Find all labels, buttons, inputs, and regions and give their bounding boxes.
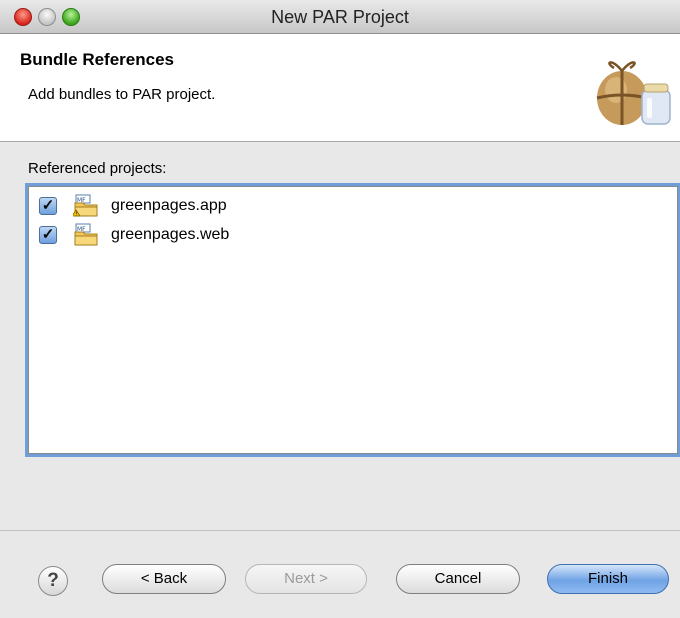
next-button[interactable]: Next > bbox=[245, 564, 367, 594]
referenced-projects-list[interactable]: ✓ MF ! greenpages.app ✓ MF greenpages.we… bbox=[28, 186, 678, 454]
jar-package-icon bbox=[596, 61, 671, 125]
finish-button[interactable]: Finish bbox=[547, 564, 669, 594]
help-button[interactable]: ? bbox=[38, 566, 68, 596]
title-bar[interactable]: New PAR Project bbox=[0, 0, 680, 34]
project-checkbox[interactable]: ✓ bbox=[39, 197, 57, 215]
project-checkbox[interactable]: ✓ bbox=[39, 226, 57, 244]
svg-text:!: ! bbox=[75, 212, 77, 218]
window-title: New PAR Project bbox=[271, 7, 409, 27]
project-label: greenpages.web bbox=[111, 226, 230, 243]
list-item[interactable]: ✓ MF greenpages.web bbox=[39, 223, 229, 247]
cancel-button[interactable]: Cancel bbox=[396, 564, 520, 594]
wizard-header: Bundle References Add bundles to PAR pro… bbox=[0, 34, 680, 142]
back-button[interactable]: < Back bbox=[102, 564, 226, 594]
page-title: Bundle References bbox=[20, 50, 174, 69]
bundle-project-warning-icon: MF ! bbox=[73, 194, 98, 218]
project-label: greenpages.app bbox=[111, 197, 227, 214]
referenced-projects-label: Referenced projects: bbox=[28, 160, 167, 177]
page-description: Add bundles to PAR project. bbox=[28, 86, 216, 103]
bundle-project-icon: MF bbox=[74, 223, 98, 246]
list-item[interactable]: ✓ MF ! greenpages.app bbox=[39, 194, 227, 218]
